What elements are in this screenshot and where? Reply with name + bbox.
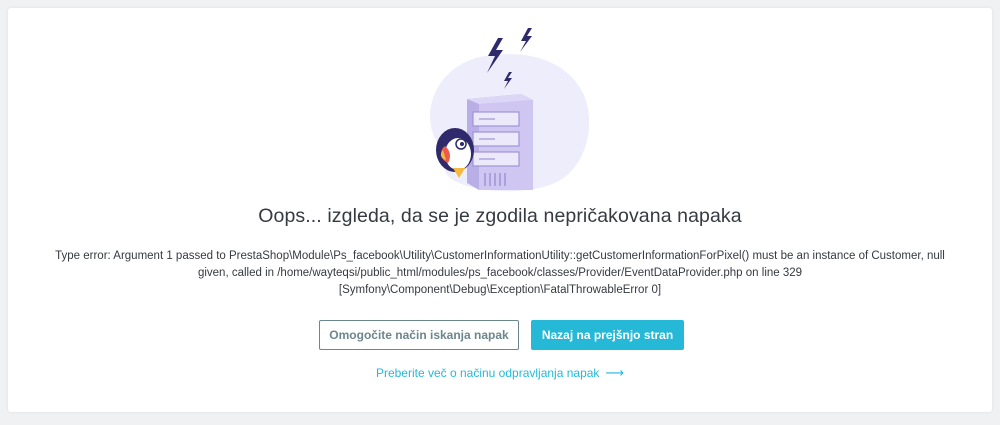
error-message-line: [Symfony\Component\Debug\Exception\Fatal… — [338, 284, 662, 296]
server-icon — [467, 94, 533, 190]
error-message-line: given, called in /home/wayteqsi/public_h… — [197, 267, 803, 279]
error-message: Type error: Argument 1 passed to PrestaS… — [20, 248, 980, 299]
server-error-illustration — [430, 28, 590, 192]
page-title: Oops... izgleda, da se je zgodila neprič… — [258, 205, 742, 227]
learn-more-link-text[interactable]: Preberite več o načinu odpravljanja napa… — [376, 366, 599, 380]
arrow-right-icon: ⟶ — [605, 365, 625, 380]
learn-more-debug-link[interactable]: Preberite več o načinu odpravljanja napa… — [0, 365, 1000, 381]
error-message-line: Type error: Argument 1 passed to PrestaS… — [55, 250, 945, 262]
back-to-previous-page-button[interactable]: Nazaj na prejšnjo stran — [531, 320, 684, 350]
enable-debug-mode-button[interactable]: Omogočite način iskanja napak — [319, 320, 519, 350]
lightning-bolt-icon — [520, 28, 532, 52]
